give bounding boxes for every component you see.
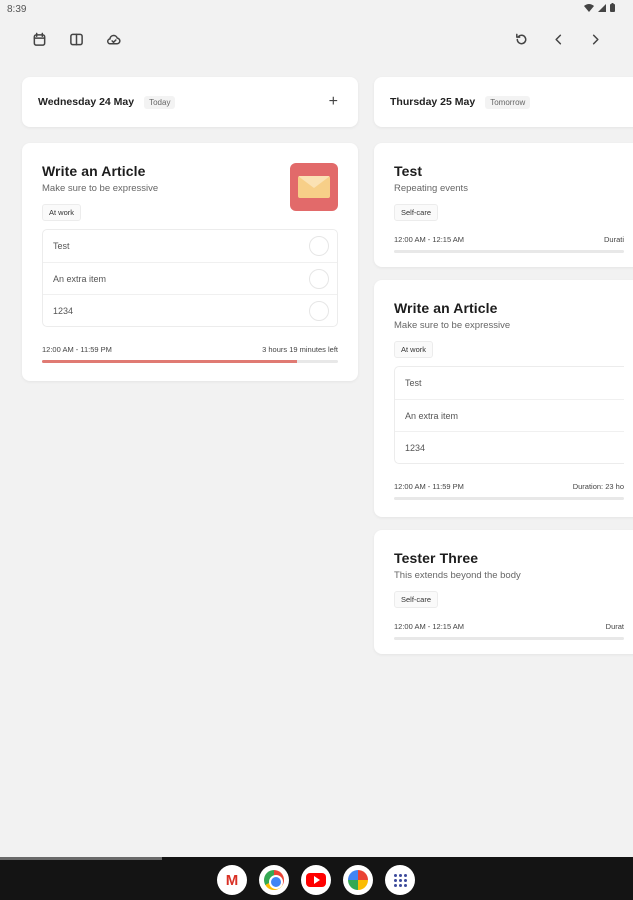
event-timeline: 12:00 AM - 12:15 AM Durati — [394, 235, 624, 244]
day-header-today: Wednesday 24 May Today + — [22, 77, 358, 127]
event-description: Repeating events — [394, 183, 468, 194]
progress-bar — [394, 637, 624, 640]
checklist: Test An extra item 1234 — [42, 229, 338, 327]
signal-icon — [598, 3, 606, 15]
event-remaining: 3 hours 19 minutes left — [262, 345, 338, 354]
checklist-item-label: 1234 — [405, 442, 426, 453]
event-title: Tester Three — [394, 550, 479, 566]
event-time-range: 12:00 AM - 12:15 AM — [394, 622, 465, 631]
app-drawer[interactable] — [385, 865, 415, 895]
progress-bar — [42, 360, 338, 363]
checklist-item[interactable]: Test — [395, 367, 624, 399]
event-description: This extends beyond the body — [394, 570, 521, 581]
photos-icon — [348, 870, 368, 890]
progress-fill — [42, 360, 297, 363]
checklist: Test An extra item 1234 — [394, 366, 624, 464]
chevron-right-icon — [592, 34, 599, 44]
event-duration: Durat — [605, 622, 624, 631]
event-card[interactable]: Test Repeating events Self-care 12:00 AM… — [374, 143, 633, 267]
chrome-app[interactable] — [259, 865, 289, 895]
gmail-app[interactable]: M — [217, 865, 247, 895]
checklist-item[interactable]: Test — [43, 230, 337, 262]
day-header-tomorrow: Thursday 25 May Tomorrow — [374, 77, 633, 127]
wifi-icon — [584, 3, 594, 15]
status-bar: 8:39 — [0, 0, 633, 18]
cloud-sync-button[interactable] — [100, 26, 126, 52]
app-dock: M — [217, 865, 415, 895]
previous-day-button[interactable] — [545, 26, 571, 52]
checklist-item-label: Test — [53, 241, 70, 251]
progress-bar — [394, 497, 624, 500]
add-event-button[interactable]: + — [325, 93, 342, 111]
refresh-icon — [515, 33, 526, 44]
refresh-button[interactable] — [508, 26, 534, 52]
calendar-icon — [33, 32, 45, 46]
chevron-left-icon — [554, 34, 561, 44]
event-card[interactable]: Write an Article Make sure to be express… — [22, 143, 358, 381]
checklist-item[interactable]: 1234 — [43, 294, 337, 326]
envelope-icon — [298, 176, 330, 198]
event-timeline: 12:00 AM - 12:15 AM Durat — [394, 622, 624, 631]
event-card[interactable]: Write an Article Make sure to be express… — [374, 280, 633, 517]
event-time-range: 12:00 AM - 11:59 PM — [42, 345, 112, 354]
event-duration: Duration: 23 ho — [572, 482, 624, 491]
event-title: Write an Article — [394, 300, 498, 316]
checklist-item-label: Test — [405, 378, 422, 388]
calendar-button[interactable] — [26, 26, 52, 52]
event-duration: Durati — [603, 235, 624, 244]
checklist-item[interactable]: 1234 — [395, 431, 624, 463]
event-timeline: 12:00 AM - 11:59 PM 3 hours 19 minutes l… — [42, 345, 338, 354]
columns-button[interactable] — [63, 26, 89, 52]
next-day-button[interactable] — [582, 26, 608, 52]
event-tag: Self-care — [394, 204, 439, 221]
columns-icon — [69, 33, 83, 45]
youtube-icon — [306, 873, 326, 887]
day-date: Thursday 25 May — [390, 96, 476, 108]
day-relative-badge: Tomorrow — [485, 95, 531, 109]
checklist-item[interactable]: An extra item — [395, 399, 624, 431]
toolbar — [0, 20, 633, 56]
status-icons — [584, 3, 615, 15]
event-description: Make sure to be expressive — [394, 320, 511, 331]
day-date: Wednesday 24 May — [38, 96, 135, 108]
app-drawer-icon — [393, 873, 407, 887]
progress-bar — [394, 250, 624, 253]
checklist-item-label: 1234 — [53, 305, 74, 316]
chrome-icon — [264, 870, 284, 890]
event-thumbnail — [290, 163, 338, 211]
event-tag: At work — [42, 204, 82, 221]
event-title: Test — [394, 163, 423, 179]
event-tag: At work — [394, 341, 434, 358]
checklist-item-label: An extra item — [53, 273, 107, 284]
checklist-checkbox[interactable] — [309, 269, 329, 289]
navigation-bar: M — [0, 857, 633, 900]
checklist-item[interactable]: An extra item — [43, 262, 337, 294]
checklist-item-label: An extra item — [405, 410, 459, 421]
event-time-range: 12:00 AM - 12:15 AM — [394, 235, 465, 244]
cloud-sync-icon — [106, 34, 121, 44]
event-timeline: 12:00 AM - 11:59 PM Duration: 23 ho — [394, 482, 624, 491]
checklist-checkbox[interactable] — [309, 301, 329, 321]
battery-icon — [610, 3, 615, 15]
event-time-range: 12:00 AM - 11:59 PM — [394, 482, 464, 491]
day-relative-badge: Today — [144, 95, 176, 109]
gmail-icon: M — [225, 871, 239, 889]
nav-handle[interactable] — [0, 857, 162, 860]
photos-app[interactable] — [343, 865, 373, 895]
status-time: 8:39 — [7, 4, 27, 15]
checklist-checkbox[interactable] — [309, 236, 329, 256]
event-tag: Self-care — [394, 591, 439, 608]
event-card[interactable]: Tester Three This extends beyond the bod… — [374, 530, 633, 654]
youtube-app[interactable] — [301, 865, 331, 895]
